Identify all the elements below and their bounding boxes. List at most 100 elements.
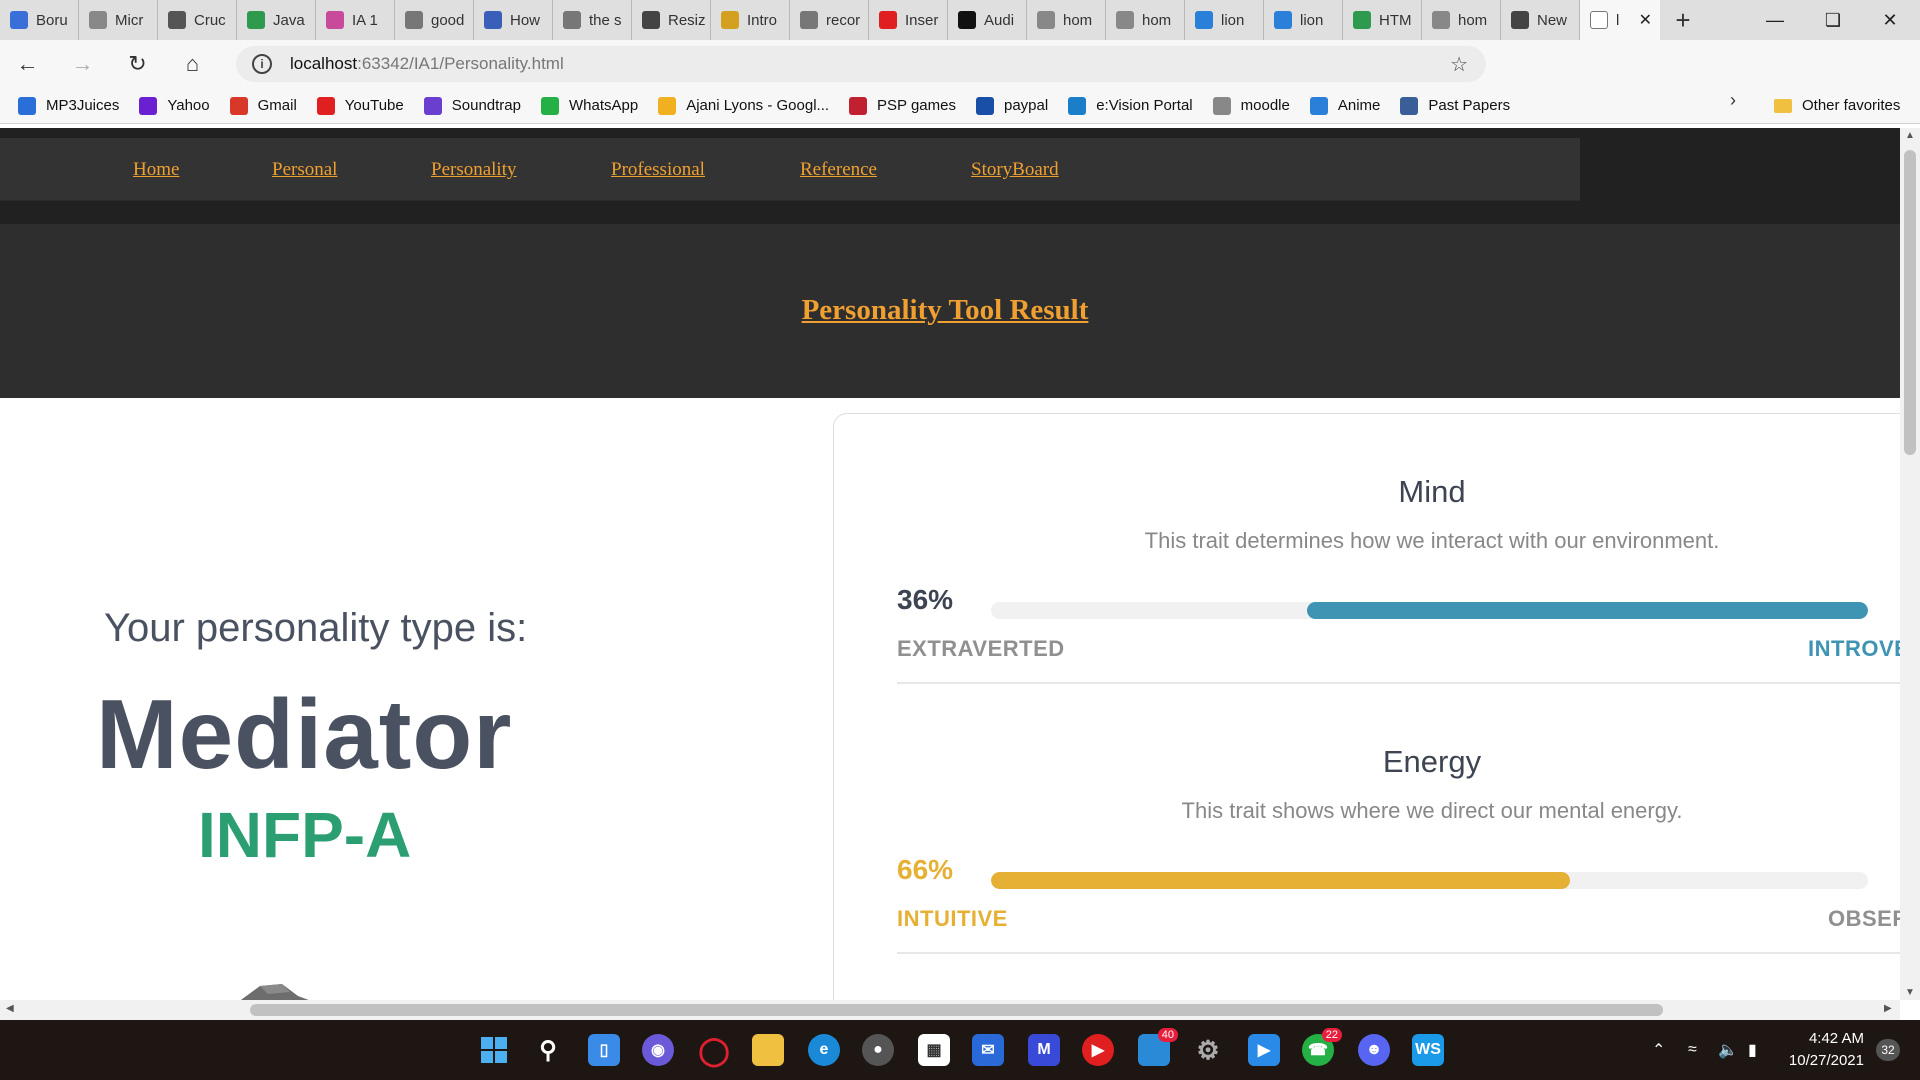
bookmark-item[interactable]: Soundtrap (423, 96, 521, 115)
nav-home[interactable]: Home (133, 159, 179, 181)
nav-professional[interactable]: Professional (611, 159, 705, 181)
browser-tab[interactable]: lion (1264, 0, 1343, 40)
vertical-scrollbar[interactable]: ▲ ▼ (1900, 128, 1920, 1000)
tray-chevron-icon[interactable]: ⌃ (1652, 1020, 1665, 1080)
settings-icon[interactable]: ⚙ (1192, 1034, 1224, 1066)
browser-tab[interactable]: good (395, 0, 474, 40)
notification-count[interactable]: 32 (1876, 1039, 1900, 1061)
chat-icon[interactable]: ◉ (642, 1034, 674, 1066)
restore-icon[interactable]: ❏ (1805, 0, 1861, 40)
nav-reference[interactable]: Reference (800, 159, 877, 181)
webstorm-icon[interactable]: WS (1412, 1034, 1444, 1066)
browser-tab[interactable]: New (1501, 0, 1580, 40)
browser-tab[interactable]: IA 1 (316, 0, 395, 40)
browser-tab[interactable]: hom (1027, 0, 1106, 40)
clock[interactable]: 4:42 AM 10/27/2021 (1788, 1028, 1864, 1072)
browser-tab[interactable]: Audi (948, 0, 1027, 40)
start-icon[interactable] (478, 1034, 510, 1066)
browser-tab[interactable]: Java (237, 0, 316, 40)
nav-personal[interactable]: Personal (272, 159, 337, 181)
bookmark-label: Soundtrap (451, 97, 521, 114)
browser-tab[interactable]: How (474, 0, 553, 40)
bookmark-item[interactable]: Past Papers (1400, 96, 1510, 115)
browser-tab[interactable]: Cruc (158, 0, 237, 40)
scroll-right-icon[interactable]: ▶ (1884, 1003, 1892, 1014)
refresh-icon[interactable]: ↻ (110, 40, 165, 88)
browser-tab[interactable]: Boru (0, 0, 79, 40)
bookmark-item[interactable]: paypal (975, 96, 1048, 115)
add-favorite-icon[interactable]: ☆ (1450, 52, 1468, 77)
bookmark-item[interactable]: Gmail (229, 96, 297, 115)
bookmark-label: Anime (1337, 97, 1381, 114)
whatsapp-icon[interactable]: ☎ 22 (1302, 1028, 1342, 1066)
tab-label: HTM (1379, 11, 1412, 29)
browser-tab[interactable]: Inser (869, 0, 948, 40)
back-icon[interactable]: ← (0, 40, 55, 88)
volume-icon[interactable]: 🔈 (1718, 1020, 1738, 1080)
browser-tab[interactable]: hom (1422, 0, 1501, 40)
other-favorites[interactable]: Other favorites (1774, 97, 1900, 114)
task-view-icon[interactable]: ▯ (588, 1034, 620, 1066)
bookmark-item[interactable]: Yahoo (139, 96, 210, 115)
trait-bar-mind (991, 602, 1868, 619)
media-player-icon[interactable]: ● (862, 1034, 894, 1066)
file-explorer-icon[interactable] (752, 1034, 784, 1066)
bookmark-item[interactable]: Ajani Lyons - Googl... (658, 96, 829, 115)
bookmark-item[interactable]: moodle (1212, 96, 1290, 115)
bookmark-item[interactable]: e:Vision Portal (1068, 96, 1193, 115)
scroll-up-icon[interactable]: ▲ (1905, 130, 1915, 141)
new-tab-icon[interactable]: + (1660, 0, 1706, 40)
opera-icon[interactable]: ◯ (698, 1034, 730, 1066)
tab-label: lion (1300, 11, 1324, 29)
bookmark-item[interactable]: PSP games (849, 96, 956, 115)
vertical-scroll-thumb[interactable] (1904, 150, 1916, 455)
bookmark-label: PSP games (877, 97, 956, 114)
edge-icon (10, 11, 28, 29)
close-tab-icon[interactable]: ✕ (1639, 10, 1652, 30)
bookmark-item[interactable]: Anime (1309, 96, 1381, 115)
horizontal-scroll-thumb[interactable] (250, 1004, 1663, 1016)
trait-right-label-energy: OBSER (1828, 906, 1900, 931)
forward-icon[interactable]: → (55, 40, 110, 88)
browser-tab[interactable]: the s (553, 0, 632, 40)
browser-tab[interactable]: recor (790, 0, 869, 40)
home-icon[interactable]: ⌂ (165, 40, 220, 88)
address-bar[interactable]: i localhost:63342/IA1/Personality.html ☆ (236, 46, 1486, 82)
search-icon[interactable]: ⚲ (532, 1034, 564, 1066)
scroll-left-icon[interactable]: ◀ (6, 1003, 14, 1014)
store-icon[interactable]: ▦ (918, 1034, 950, 1066)
youtube-icon (879, 11, 897, 29)
browser-tab[interactable]: Micr (79, 0, 158, 40)
page-icon (1037, 11, 1055, 29)
bookmark-item[interactable]: YouTube (316, 96, 404, 115)
nav-storyboard[interactable]: StoryBoard (971, 159, 1059, 181)
math-app-icon[interactable]: M (1028, 1034, 1060, 1066)
tab-label: hom (1063, 11, 1093, 29)
browser-tab[interactable]: Intro (711, 0, 790, 40)
mail-icon[interactable]: ✉ (972, 1034, 1004, 1066)
browser-tab-active[interactable]: l ✕ (1580, 0, 1660, 40)
battery-icon[interactable]: ▮ (1748, 1020, 1757, 1080)
trait-right-label-mind: INTROVE (1808, 636, 1900, 661)
bookmark-item[interactable]: MP3Juices (18, 96, 119, 115)
nav-personality[interactable]: Personality (431, 159, 517, 181)
horizontal-scrollbar[interactable]: ◀ ▶ (0, 1000, 1900, 1020)
browser-tab[interactable]: lion (1185, 0, 1264, 40)
discord-icon[interactable]: ☻ (1358, 1034, 1390, 1066)
browser-tab[interactable]: HTM (1343, 0, 1422, 40)
files-icon[interactable]: 40 (1138, 1028, 1178, 1066)
browser-tab[interactable]: hom (1106, 0, 1185, 40)
wifi-icon[interactable]: ≈ (1688, 1020, 1697, 1080)
site-nav: Home Personal Personality Professional R… (0, 138, 1580, 201)
site-info-icon[interactable]: i (252, 54, 272, 74)
jetbrains-icon (958, 11, 976, 29)
minimize-icon[interactable]: — (1747, 0, 1803, 40)
youtube-music-icon[interactable]: ▶ (1082, 1034, 1114, 1066)
scroll-down-icon[interactable]: ▼ (1905, 987, 1915, 998)
browser-tab[interactable]: Resiz (632, 0, 711, 40)
close-window-icon[interactable]: ✕ (1862, 0, 1918, 40)
zoom-icon[interactable]: ▶ (1248, 1034, 1280, 1066)
chevron-right-icon[interactable]: › (1730, 90, 1736, 111)
bookmark-item[interactable]: WhatsApp (540, 96, 638, 115)
edge-icon[interactable]: e (808, 1034, 840, 1066)
